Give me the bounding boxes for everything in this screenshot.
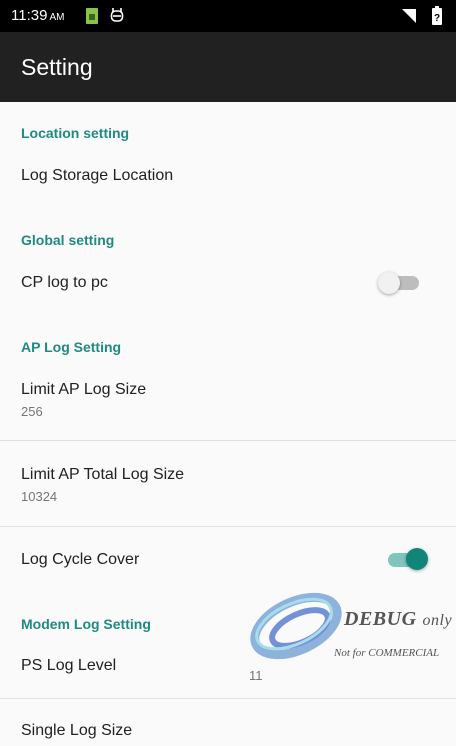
status-time-ampm: AM — [49, 12, 65, 23]
pref-limit-ap-log-size-title: Limit AP Log Size — [21, 381, 147, 398]
pref-ps-log-level-value: 11 — [249, 668, 263, 683]
pref-limit-ap-log-size[interactable]: Limit AP Log Size 256 — [0, 365, 456, 439]
pref-log-storage-location[interactable]: Log Storage Location — [0, 152, 456, 208]
pref-limit-ap-log-size-value: 256 — [21, 404, 43, 419]
section-location-setting: Location setting — [21, 125, 130, 141]
svg-text:?: ? — [434, 13, 440, 24]
pref-ps-log-level-title: PS Log Level — [21, 657, 117, 674]
cycle-cover-switch-thumb — [406, 548, 428, 570]
page-title: Setting — [21, 54, 93, 80]
status-bar: 11:39 AM ? — [0, 0, 456, 32]
section-ap-log-setting: AP Log Setting — [21, 339, 122, 355]
status-time-value: 11:39 — [11, 7, 48, 24]
watermark-only-word: only — [422, 612, 453, 629]
battery-icon: ? — [432, 6, 442, 25]
pref-cp-log-to-pc[interactable]: CP log to pc — [0, 260, 456, 310]
sim-card-icon — [86, 8, 98, 24]
section-modem-log-setting: Modem Log Setting — [21, 616, 151, 632]
pref-limit-ap-total-log-size[interactable]: Limit AP Total Log Size 10324 — [0, 451, 456, 525]
pref-log-cycle-cover-title: Log Cycle Cover — [21, 551, 140, 568]
pref-single-log-size-title: Single Log Size — [21, 722, 133, 739]
debug-watermark: DEBUG only Not for COMMERCIAL — [248, 588, 456, 668]
usb-debug-icon — [110, 8, 124, 22]
app-bar: Setting — [0, 32, 456, 102]
divider — [0, 440, 456, 441]
status-time: 11:39 AM — [11, 7, 64, 24]
no-signal-icon — [400, 9, 416, 25]
section-global-setting: Global setting — [21, 232, 115, 248]
pref-log-cycle-cover[interactable]: Log Cycle Cover — [0, 535, 456, 585]
watermark-debug-text: DEBUG only — [344, 608, 452, 631]
pref-cp-log-to-pc-title: CP log to pc — [21, 274, 108, 291]
pref-limit-ap-total-log-size-title: Limit AP Total Log Size — [21, 466, 185, 483]
watermark-not-for-commercial: Not for COMMERCIAL — [334, 647, 440, 659]
pref-log-storage-location-title: Log Storage Location — [21, 167, 174, 184]
divider — [0, 526, 456, 527]
divider — [0, 698, 456, 699]
watermark-logo-icon — [250, 592, 342, 660]
cp-log-switch-thumb — [378, 272, 400, 294]
pref-single-log-size[interactable]: Single Log Size — [0, 708, 456, 746]
watermark-debug-word: DEBUG — [344, 608, 417, 630]
pref-limit-ap-total-log-size-value: 10324 — [21, 489, 58, 504]
